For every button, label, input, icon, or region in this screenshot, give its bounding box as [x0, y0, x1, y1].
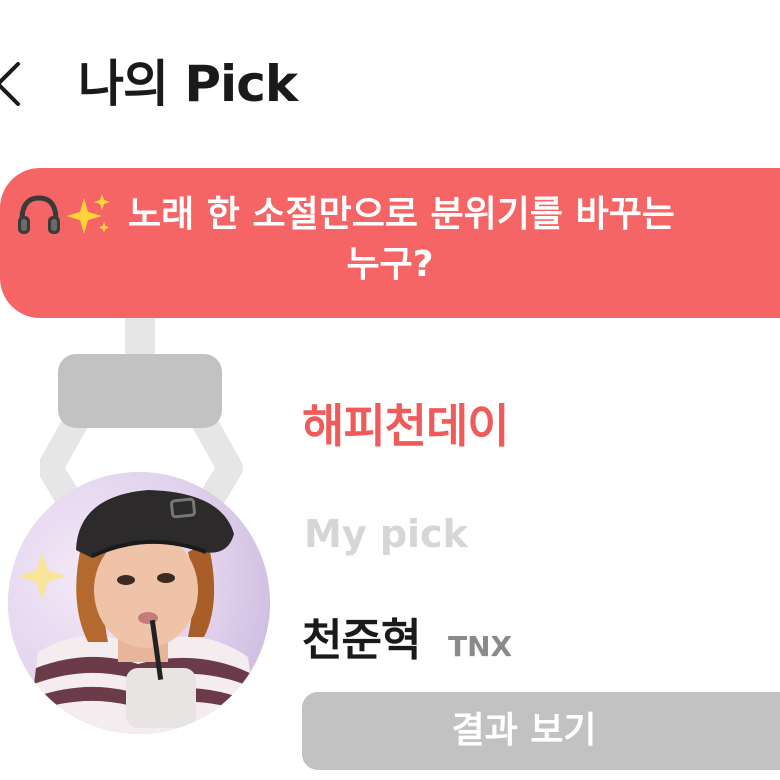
my-pick-page: 나의 Pick 노래 한 소절만으로 분위기를 바꾸는 누구? 해피천데이 My…	[0, 0, 780, 780]
sparkles-icon	[64, 190, 114, 240]
pick-name: 천준혁	[302, 615, 421, 666]
question-line-1: 노래 한 소절만으로 분위기를 바꾸는	[128, 194, 675, 235]
page-title: 나의 Pick	[78, 55, 298, 113]
question-line-2: 누구?	[346, 244, 434, 285]
pick-title: 해피천데이	[302, 399, 510, 453]
header: 나의 Pick	[0, 40, 780, 130]
avatar	[8, 472, 270, 734]
my-pick-label: My pick	[304, 512, 468, 556]
chevron-left-icon	[0, 62, 20, 106]
back-button[interactable]	[0, 54, 36, 114]
question-banner: 노래 한 소절만으로 분위기를 바꾸는 누구?	[0, 168, 780, 318]
view-result-button[interactable]: 결과 보기	[302, 692, 780, 770]
question-line-1-row: 노래 한 소절만으로 분위기를 바꾸는	[14, 190, 675, 240]
pick-group: TNX	[448, 630, 513, 663]
headphones-icon	[14, 190, 64, 240]
